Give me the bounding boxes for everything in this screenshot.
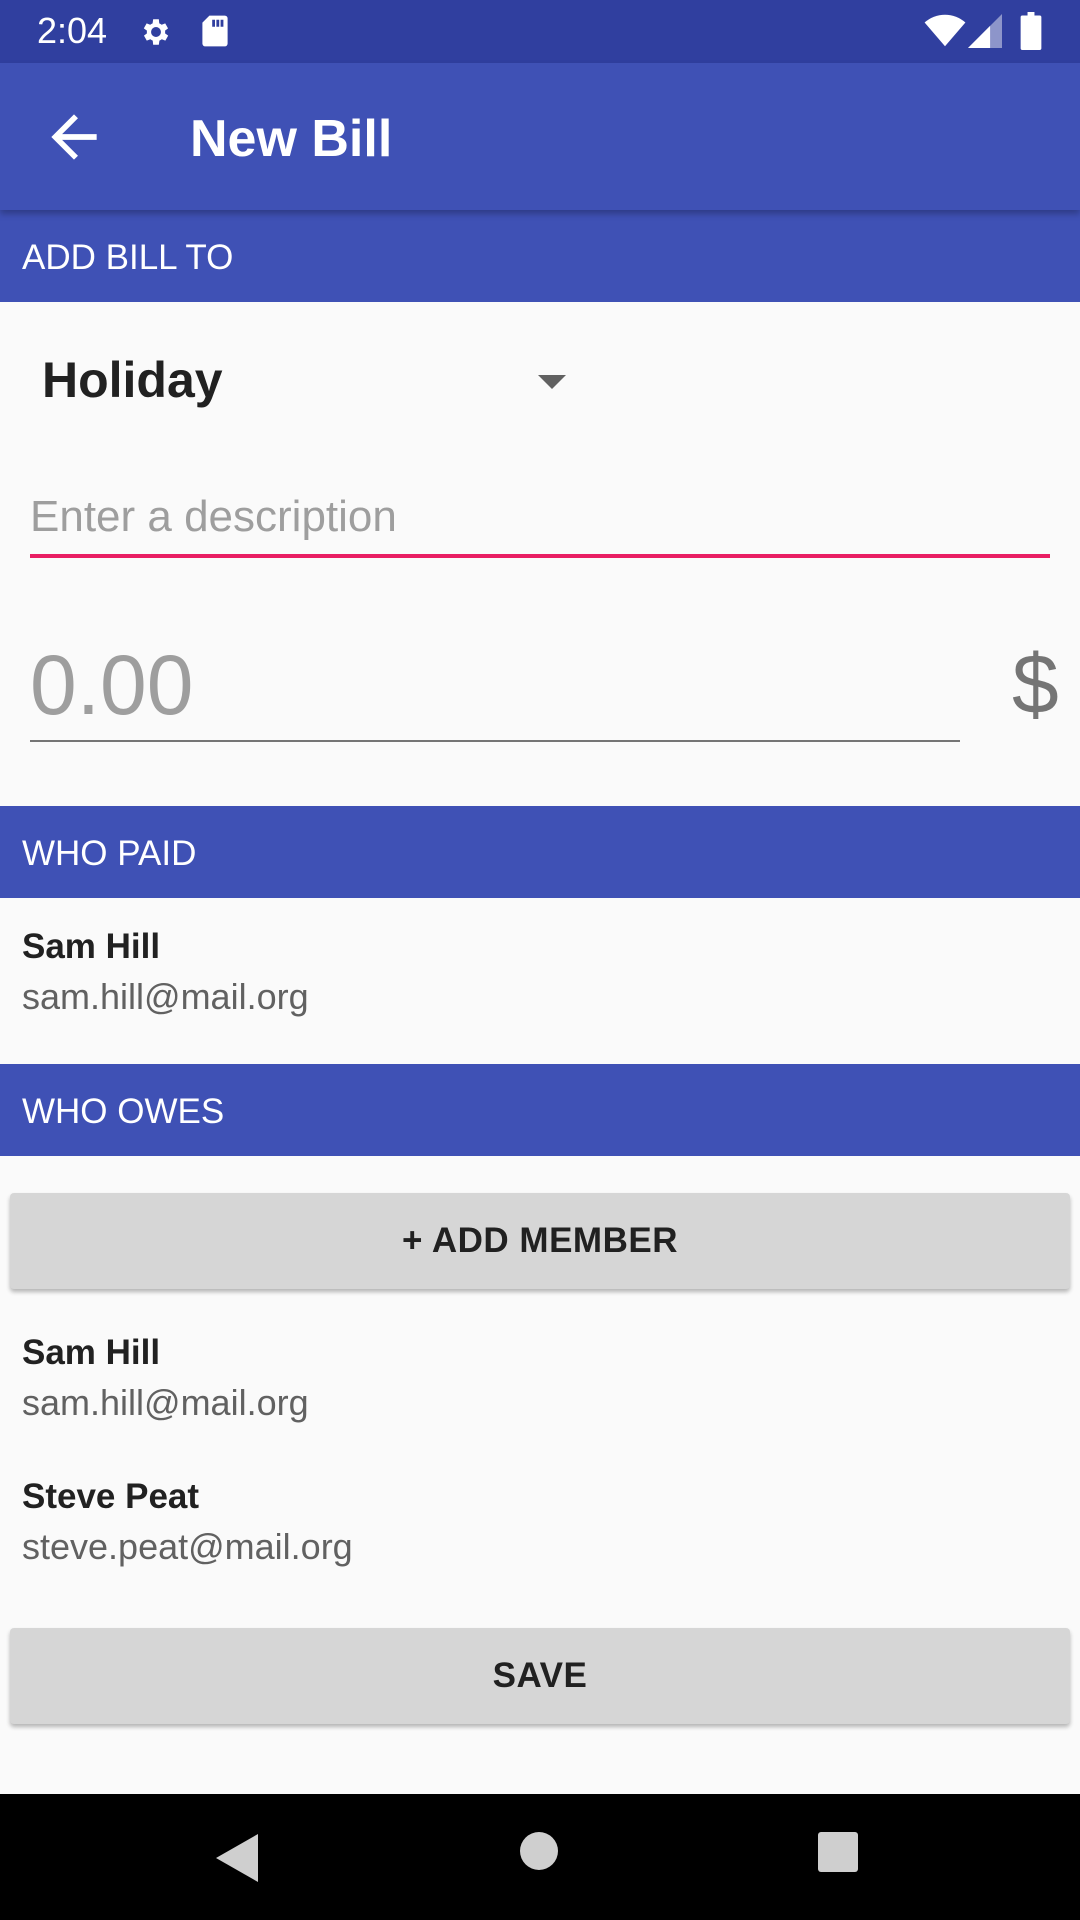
save-button[interactable]: SAVE — [10, 1628, 1070, 1724]
add-member-button[interactable]: + ADD MEMBER — [10, 1193, 1070, 1289]
wifi-icon — [924, 14, 966, 47]
signal-icon — [968, 14, 1002, 48]
add-bill-to-header: ADD BILL TO — [0, 210, 1080, 302]
who-owes-label: WHO OWES — [22, 1092, 225, 1131]
battery-icon — [1020, 12, 1042, 50]
who-owes-header: WHO OWES — [0, 1064, 1080, 1156]
currency-symbol: $ — [1012, 637, 1059, 731]
payer-item[interactable]: Sam Hill sam.hill@mail.org — [0, 898, 1080, 1064]
member-email: steve.peat@mail.org — [22, 1526, 353, 1567]
description-input[interactable] — [30, 480, 1050, 558]
app-bar: New Bill — [0, 63, 1080, 210]
member-name: Sam Hill — [22, 1333, 161, 1372]
back-arrow-icon[interactable] — [40, 103, 108, 171]
nav-home-icon[interactable] — [520, 1832, 558, 1870]
group-selected-value: Holiday — [42, 352, 223, 408]
payer-email: sam.hill@mail.org — [22, 976, 309, 1017]
settings-icon — [143, 19, 169, 45]
dropdown-arrow-icon — [538, 375, 566, 389]
nav-back-icon[interactable] — [216, 1834, 258, 1882]
status-time: 2:04 — [37, 10, 108, 51]
list-item[interactable]: Sam Hill sam.hill@mail.org — [0, 1310, 1080, 1450]
navigation-bar — [0, 1794, 1080, 1920]
member-name: Steve Peat — [22, 1477, 200, 1516]
page-title: New Bill — [190, 110, 393, 168]
status-bar: 2:04 — [0, 0, 1080, 63]
who-paid-header: WHO PAID — [0, 806, 1080, 898]
nav-recents-icon[interactable] — [818, 1832, 858, 1872]
add-bill-to-label: ADD BILL TO — [22, 238, 234, 277]
sd-card-icon — [202, 15, 228, 47]
payer-name: Sam Hill — [22, 927, 161, 966]
group-dropdown[interactable]: Holiday — [22, 330, 582, 430]
amount-input[interactable] — [30, 630, 960, 742]
list-item[interactable]: Steve Peat steve.peat@mail.org — [0, 1454, 1080, 1594]
member-email: sam.hill@mail.org — [22, 1382, 309, 1423]
who-paid-label: WHO PAID — [22, 834, 197, 873]
